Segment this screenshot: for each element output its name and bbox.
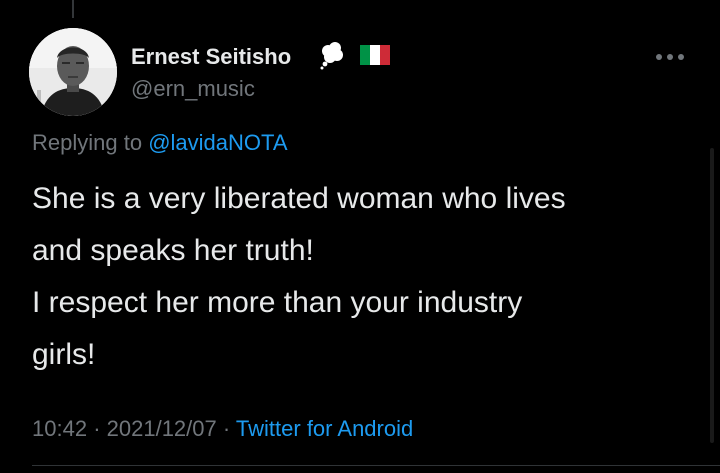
- more-options-button[interactable]: [650, 47, 690, 67]
- divider: [32, 465, 720, 466]
- tweet-text-line: girls!: [32, 338, 96, 371]
- name-emoji-group: [319, 40, 390, 75]
- tweet-meta: 10:42 · 2021/12/07 · Twitter for Android: [32, 416, 413, 442]
- thought-balloon-icon: [319, 40, 345, 75]
- tweet-text-line: She is a very liberated woman who lives: [32, 182, 566, 215]
- more-options-icon: [656, 54, 684, 60]
- reply-prefix: Replying to: [32, 130, 143, 155]
- italy-flag-icon: [360, 45, 390, 70]
- thread-connector-line: [72, 0, 74, 18]
- reply-mention-link[interactable]: @lavidaNOTA: [148, 130, 287, 155]
- meta-separator: ·: [93, 416, 101, 441]
- avatar-photo: [29, 28, 117, 116]
- author-name[interactable]: Ernest Seitisho: [131, 44, 291, 70]
- tweet-source-link[interactable]: Twitter for Android: [236, 416, 413, 441]
- reply-context: Replying to @lavidaNOTA: [32, 130, 288, 156]
- avatar[interactable]: [29, 28, 117, 116]
- author-handle[interactable]: @ern_music: [131, 76, 255, 102]
- tweet-text-line: and speaks her truth!: [32, 234, 314, 267]
- tweet-date[interactable]: 2021/12/07: [107, 416, 217, 441]
- tweet-text: She is a very liberated woman who lives …: [32, 173, 682, 381]
- tweet-text-line: I respect her more than your industry: [32, 286, 523, 319]
- tweet-time[interactable]: 10:42: [32, 416, 87, 441]
- scrollbar[interactable]: [710, 148, 714, 443]
- meta-separator: ·: [222, 416, 231, 441]
